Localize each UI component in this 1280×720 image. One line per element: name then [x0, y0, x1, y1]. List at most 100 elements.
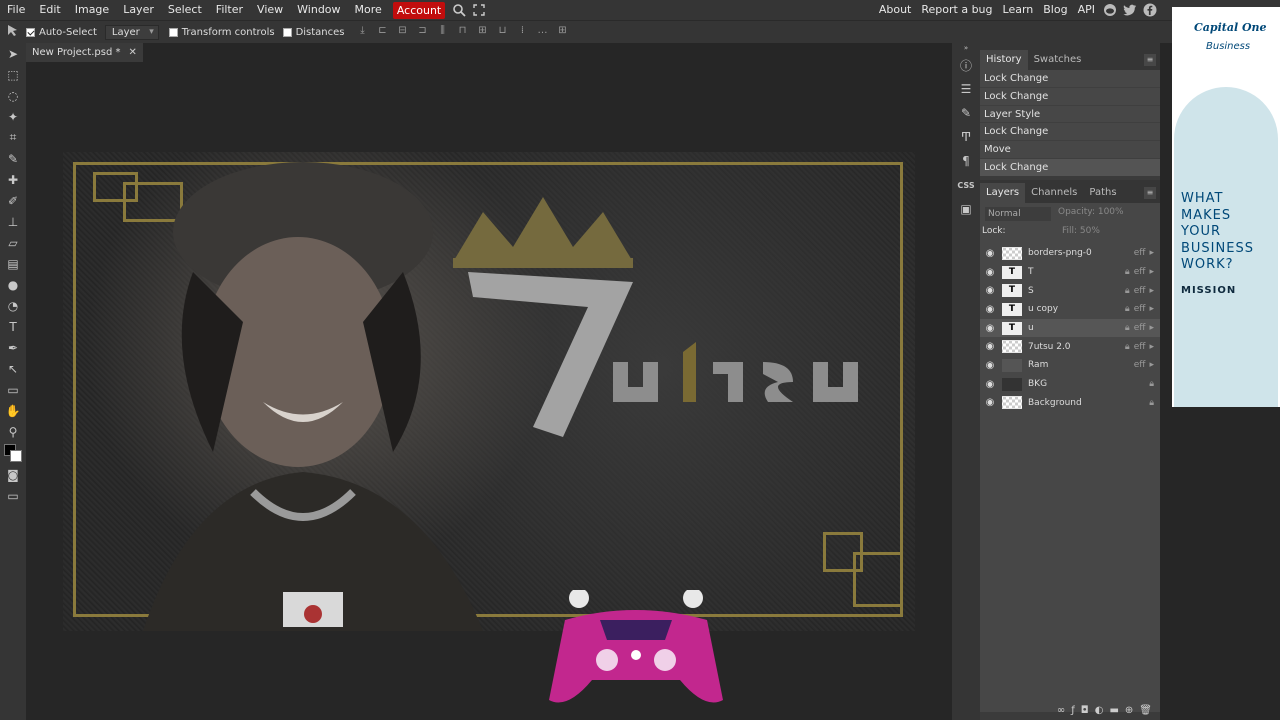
- lock-icon[interactable]: 🔒︎: [1149, 398, 1154, 408]
- api-link[interactable]: API: [1073, 0, 1100, 20]
- eye-icon[interactable]: ◉: [980, 267, 1000, 278]
- tab-history[interactable]: History: [980, 50, 1028, 70]
- twitter-icon[interactable]: [1120, 0, 1140, 20]
- auto-select-target-dropdown[interactable]: Layer: [104, 24, 159, 40]
- collapse-icon[interactable]: »: [952, 43, 980, 53]
- expand-icon[interactable]: ▸: [1149, 360, 1154, 370]
- download-icon[interactable]: ⤓: [353, 25, 373, 39]
- eye-icon[interactable]: ◉: [980, 248, 1000, 259]
- marquee-tool-icon[interactable]: ⬚: [0, 64, 26, 85]
- align-right-icon[interactable]: ⊐: [413, 25, 433, 39]
- layer-effects-icon[interactable]: ƒ: [1071, 705, 1075, 716]
- eye-icon[interactable]: ◉: [980, 285, 1000, 296]
- expand-icon[interactable]: ▸: [1149, 286, 1154, 296]
- delete-layer-icon[interactable]: 🗑︎: [1139, 705, 1152, 716]
- menu-filter[interactable]: Filter: [209, 0, 250, 20]
- menu-more[interactable]: More: [348, 0, 389, 20]
- blog-link[interactable]: Blog: [1038, 0, 1072, 20]
- search-icon[interactable]: [449, 0, 469, 20]
- layer-row[interactable]: ◉ BKG 🔒︎: [980, 375, 1160, 394]
- css-icon[interactable]: CSS: [952, 173, 980, 197]
- expand-icon[interactable]: ▸: [1149, 304, 1154, 314]
- more-align-icon[interactable]: …: [533, 25, 553, 39]
- distances-checkbox[interactable]: Distances: [282, 27, 345, 38]
- panel-menu-icon[interactable]: ≡: [1144, 54, 1156, 66]
- quick-mask-icon[interactable]: ◙: [0, 464, 26, 485]
- properties-icon[interactable]: ☰: [952, 77, 980, 101]
- move-tool-icon[interactable]: ➤: [0, 43, 26, 64]
- adjustment-layer-icon[interactable]: ◐: [1095, 705, 1104, 716]
- layer-row[interactable]: ◉ T T 🔒︎ eff ▸: [980, 263, 1160, 282]
- distribute-h-icon[interactable]: ⫼: [433, 25, 453, 39]
- history-item[interactable]: Lock Change: [980, 123, 1160, 142]
- eye-icon[interactable]: ◉: [980, 379, 1000, 390]
- healing-tool-icon[interactable]: ✚: [0, 169, 26, 190]
- menu-select[interactable]: Select: [161, 0, 209, 20]
- align-bottom-icon[interactable]: ⊔: [493, 25, 513, 39]
- canvas-image[interactable]: [63, 152, 915, 631]
- lock-icon[interactable]: 🔒︎: [1125, 304, 1130, 314]
- image-panel-icon[interactable]: ▣: [952, 197, 980, 221]
- expand-icon[interactable]: ▸: [1149, 323, 1154, 333]
- history-item[interactable]: Lock Change: [980, 88, 1160, 106]
- menu-window[interactable]: Window: [290, 0, 347, 20]
- lock-icon[interactable]: 🔒︎: [1125, 323, 1130, 333]
- effects-label[interactable]: eff: [1134, 304, 1146, 314]
- eyedropper-tool-icon[interactable]: ✎: [0, 148, 26, 169]
- distribute-v-icon[interactable]: ⁞: [513, 25, 533, 39]
- menu-view[interactable]: View: [250, 0, 290, 20]
- eye-icon[interactable]: ◉: [980, 341, 1000, 352]
- shape-tool-icon[interactable]: ▭: [0, 379, 26, 400]
- grid-icon[interactable]: ⊞: [553, 25, 573, 39]
- reddit-icon[interactable]: [1100, 0, 1120, 20]
- history-item[interactable]: Layer Style: [980, 106, 1160, 124]
- expand-icon[interactable]: ▸: [1149, 248, 1154, 258]
- transform-controls-checkbox[interactable]: Transform controls: [168, 27, 275, 38]
- effects-label[interactable]: eff: [1134, 267, 1146, 277]
- effects-label[interactable]: eff: [1134, 323, 1146, 333]
- zoom-tool-icon[interactable]: ⚲: [0, 421, 26, 442]
- document-tab[interactable]: New Project.psd * ✕: [26, 43, 143, 62]
- eye-icon[interactable]: ◉: [980, 397, 1000, 408]
- layer-row[interactable]: ◉ Background 🔒︎: [980, 394, 1160, 413]
- clone-stamp-tool-icon[interactable]: ⊥: [0, 211, 26, 232]
- menu-file[interactable]: File: [0, 0, 32, 20]
- blur-tool-icon[interactable]: ●: [0, 274, 26, 295]
- hand-tool-icon[interactable]: ✋: [0, 400, 26, 421]
- link-layers-icon[interactable]: ∞: [1057, 705, 1065, 716]
- account-button[interactable]: Account: [392, 1, 446, 19]
- layer-row[interactable]: ◉ T u copy 🔒︎ eff ▸: [980, 300, 1160, 319]
- character-icon[interactable]: Ͳ: [952, 125, 980, 149]
- layer-row[interactable]: ◉ borders-png-0 eff ▸: [980, 244, 1160, 263]
- report-bug-link[interactable]: Report a bug: [916, 0, 997, 20]
- brush-panel-icon[interactable]: ✎: [952, 101, 980, 125]
- lock-icon[interactable]: 🔒︎: [1125, 342, 1130, 352]
- brush-tool-icon[interactable]: ✐: [0, 190, 26, 211]
- crop-tool-icon[interactable]: ⌗: [0, 127, 26, 148]
- history-item[interactable]: Lock Change: [980, 158, 1160, 176]
- paragraph-icon[interactable]: ¶: [952, 149, 980, 173]
- eraser-tool-icon[interactable]: ▱: [0, 232, 26, 253]
- new-layer-icon[interactable]: ⊕: [1125, 705, 1133, 716]
- layer-mask-icon[interactable]: ◘: [1081, 705, 1089, 716]
- expand-icon[interactable]: ▸: [1149, 267, 1154, 277]
- ad-cta[interactable]: MISSION: [1181, 285, 1236, 296]
- history-item[interactable]: Move: [980, 141, 1160, 159]
- eye-icon[interactable]: ◉: [980, 304, 1000, 315]
- facebook-icon[interactable]: [1140, 0, 1160, 20]
- layer-row[interactable]: ◉ T S 🔒︎ eff ▸: [980, 281, 1160, 300]
- menu-layer[interactable]: Layer: [116, 0, 161, 20]
- blend-mode-dropdown[interactable]: Normal: [985, 207, 1051, 221]
- menu-edit[interactable]: Edit: [32, 0, 67, 20]
- lock-icon[interactable]: 🔒︎: [1125, 267, 1130, 277]
- effects-label[interactable]: eff: [1134, 248, 1146, 258]
- fill-field[interactable]: Fill: 50%: [1062, 226, 1100, 236]
- close-icon[interactable]: ✕: [128, 47, 136, 58]
- panel-menu-icon[interactable]: ≡: [1144, 187, 1156, 199]
- expand-icon[interactable]: ▸: [1149, 342, 1154, 352]
- opacity-field[interactable]: Opacity: 100%: [1058, 207, 1124, 217]
- lasso-tool-icon[interactable]: ◌: [0, 85, 26, 106]
- advertisement[interactable]: Capital One Business WHAT MAKES YOUR BUS…: [1172, 7, 1280, 407]
- tab-channels[interactable]: Channels: [1025, 183, 1083, 203]
- background-color[interactable]: [10, 450, 22, 462]
